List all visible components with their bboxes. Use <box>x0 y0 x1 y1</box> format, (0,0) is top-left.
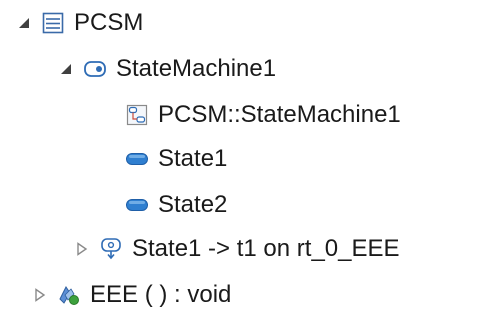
state-machine-icon <box>82 56 108 82</box>
tree-item-state1[interactable]: State1 <box>100 136 227 182</box>
tree-item-state2[interactable]: State2 <box>100 182 227 228</box>
diagram-icon <box>124 102 150 128</box>
tree-item-label: State2 <box>158 191 228 218</box>
expand-toggle-expanded-icon[interactable] <box>58 61 74 77</box>
tree-item-diagram[interactable]: PCSM::StateMachine1 <box>100 92 401 138</box>
expand-toggle-expanded-icon[interactable] <box>16 15 32 31</box>
tree-item-label: PCSM <box>74 9 144 36</box>
model-tree: PCSM StateMachine1 PCSM::StateMachine1 S… <box>0 0 482 313</box>
state-icon <box>124 146 150 172</box>
expand-toggle-collapsed-icon[interactable] <box>32 287 48 303</box>
tree-item-operation-eee[interactable]: EEE ( ) : void <box>32 272 231 313</box>
expand-toggle-collapsed-icon[interactable] <box>74 241 90 257</box>
tree-item-label: State1 <box>158 145 228 172</box>
transition-icon <box>98 236 124 262</box>
tree-item-label: State1 -> t1 on rt_0_EEE <box>132 235 400 262</box>
tree-item-label: PCSM::StateMachine1 <box>158 101 401 128</box>
tree-item-statemachine1[interactable]: StateMachine1 <box>58 46 276 92</box>
tree-item-pcsm[interactable]: PCSM <box>16 0 143 46</box>
tree-item-label: EEE ( ) : void <box>90 281 232 308</box>
tree-item-transition[interactable]: State1 -> t1 on rt_0_EEE <box>74 226 400 272</box>
state-icon <box>124 192 150 218</box>
operation-icon <box>56 282 82 308</box>
tree-item-label: StateMachine1 <box>116 55 277 82</box>
package-icon <box>40 10 66 36</box>
